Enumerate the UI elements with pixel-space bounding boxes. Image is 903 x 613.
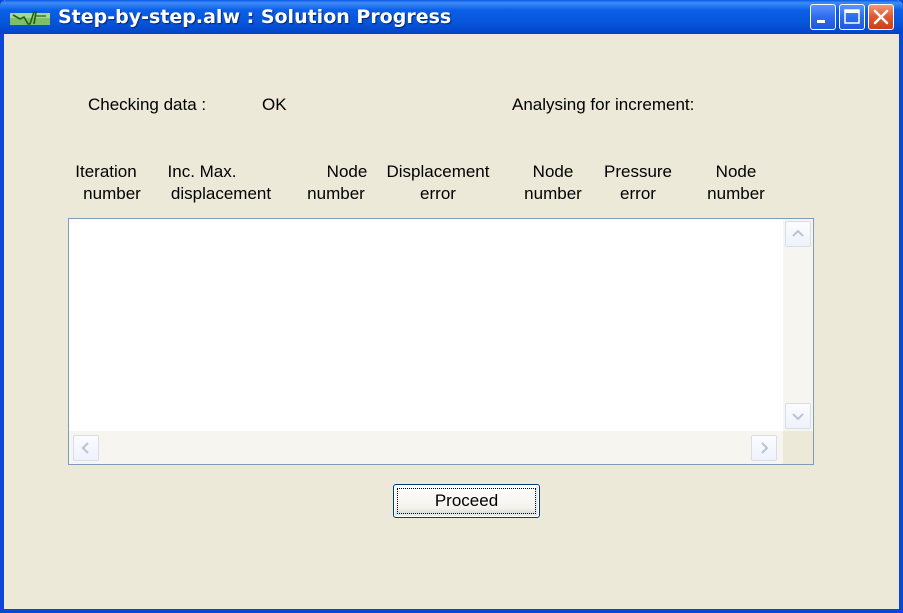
column-header-line: Pressure <box>603 162 673 181</box>
column-header-line: Node <box>326 162 368 181</box>
close-button[interactable] <box>868 4 894 30</box>
chevron-right-icon <box>761 442 769 454</box>
checking-data-label: Checking data : <box>88 95 207 114</box>
column-header-line: number <box>307 184 365 203</box>
scroll-down-button[interactable] <box>785 403 811 429</box>
maximize-button[interactable] <box>839 4 865 30</box>
column-header-line: Iteration <box>75 162 137 181</box>
window-title: Step-by-step.alw : Solution Progress <box>58 6 452 28</box>
column-header-line: displacement <box>170 184 272 203</box>
column-header-inc-max-displacement: Inc. Max. displacement <box>156 161 286 205</box>
proceed-button-label: Proceed <box>434 491 499 510</box>
maximize-icon <box>844 9 860 24</box>
horizontal-scrollbar[interactable] <box>69 431 783 464</box>
close-icon <box>873 9 889 25</box>
results-list[interactable] <box>68 218 814 465</box>
column-header-node-number-2: Node number <box>515 161 591 205</box>
column-header-displacement-error: Displacement error <box>370 161 506 205</box>
column-header-line: Node <box>532 162 574 181</box>
column-header-line: Displacement <box>386 162 490 181</box>
scroll-left-button[interactable] <box>73 435 99 461</box>
vertical-scrollbar[interactable] <box>783 219 813 431</box>
scroll-up-button[interactable] <box>785 221 811 247</box>
column-header-node-number-3: Node number <box>696 161 776 205</box>
column-header-iteration-number: Iteration number <box>66 161 146 205</box>
proceed-button[interactable]: Proceed <box>393 484 540 518</box>
column-header-line: Inc. Max. <box>167 162 237 181</box>
app-icon <box>10 8 50 28</box>
column-header-node-number-1: Node number <box>298 161 374 205</box>
chevron-left-icon <box>81 442 89 454</box>
column-header-line: number <box>524 184 582 203</box>
column-header-line: error <box>420 184 456 203</box>
minimize-button[interactable] <box>810 4 836 30</box>
title-bar[interactable]: Step-by-step.alw : Solution Progress <box>0 0 903 34</box>
column-header-line: Node <box>715 162 757 181</box>
solution-progress-window: Step-by-step.alw : Solution Progress Che… <box>0 0 903 613</box>
checking-data-value: OK <box>262 95 287 114</box>
analysing-increment-label: Analysing for increment: <box>512 95 695 114</box>
column-header-line: error <box>620 184 656 203</box>
minimize-icon <box>817 20 825 23</box>
column-header-pressure-error: Pressure error <box>596 161 680 205</box>
chevron-up-icon <box>792 229 804 237</box>
scrollbar-corner <box>783 431 813 464</box>
chevron-down-icon <box>792 413 804 421</box>
scroll-right-button[interactable] <box>751 435 777 461</box>
column-header-line: number <box>707 184 765 203</box>
column-header-line: number <box>83 184 141 203</box>
